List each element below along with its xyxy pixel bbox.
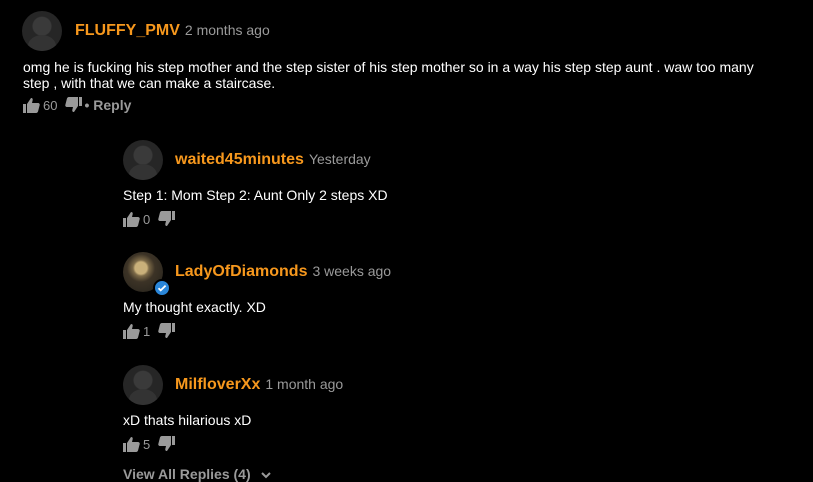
reply-username[interactable]: LadyOfDiamonds: [175, 263, 307, 281]
like-count: 60: [43, 97, 58, 113]
like-count: 1: [143, 323, 151, 339]
thumbs-up-icon[interactable]: [123, 436, 140, 452]
thumbs-up-icon[interactable]: [123, 211, 140, 227]
thumbs-down-icon[interactable]: [158, 211, 176, 227]
reply-timestamp: Yesterday: [308, 151, 371, 167]
avatar[interactable]: [22, 11, 62, 51]
avatar[interactable]: [123, 365, 163, 405]
reply-item: LadyOfDiamonds 3 weeks ago My thought ex…: [0, 242, 813, 347]
comment-timestamp: 2 months ago: [184, 22, 270, 38]
thumbs-up-icon[interactable]: [23, 97, 40, 113]
comment-username[interactable]: FLUFFY_PMV: [75, 22, 180, 40]
chevron-down-icon: [260, 466, 271, 482]
verified-check-icon: [153, 279, 171, 297]
reply-username[interactable]: MilfloverXx: [175, 376, 260, 394]
reply-username[interactable]: waited45minutes: [175, 151, 304, 169]
comment-text: omg he is fucking his step mother and th…: [23, 59, 754, 91]
thumbs-up-icon[interactable]: [123, 323, 140, 339]
reply-timestamp: 3 weeks ago: [312, 263, 392, 279]
reply-text: xD thats hilarious xD: [123, 412, 252, 428]
reply-button[interactable]: • Reply: [84, 97, 131, 113]
reply-timestamp: 1 month ago: [265, 376, 344, 392]
thumbs-down-icon[interactable]: [158, 323, 176, 339]
like-count: 5: [143, 436, 151, 452]
view-all-replies-label: View All Replies (4): [123, 466, 251, 482]
comment: FLUFFY_PMV 2 months ago omg he is fuckin…: [0, 0, 813, 120]
reply-item: waited45minutes Yesterday Step 1: Mom St…: [0, 130, 813, 235]
reply-text: My thought exactly. XD: [123, 299, 266, 315]
thumbs-down-icon[interactable]: [158, 436, 176, 452]
reply-text: Step 1: Mom Step 2: Aunt Only 2 steps XD: [123, 187, 388, 203]
reply-item: MilfloverXx 1 month ago xD thats hilario…: [0, 355, 813, 460]
avatar[interactable]: [123, 140, 163, 180]
thumbs-down-icon[interactable]: [65, 97, 83, 113]
like-count: 0: [143, 211, 151, 227]
view-all-replies-button[interactable]: View All Replies (4): [123, 466, 271, 482]
